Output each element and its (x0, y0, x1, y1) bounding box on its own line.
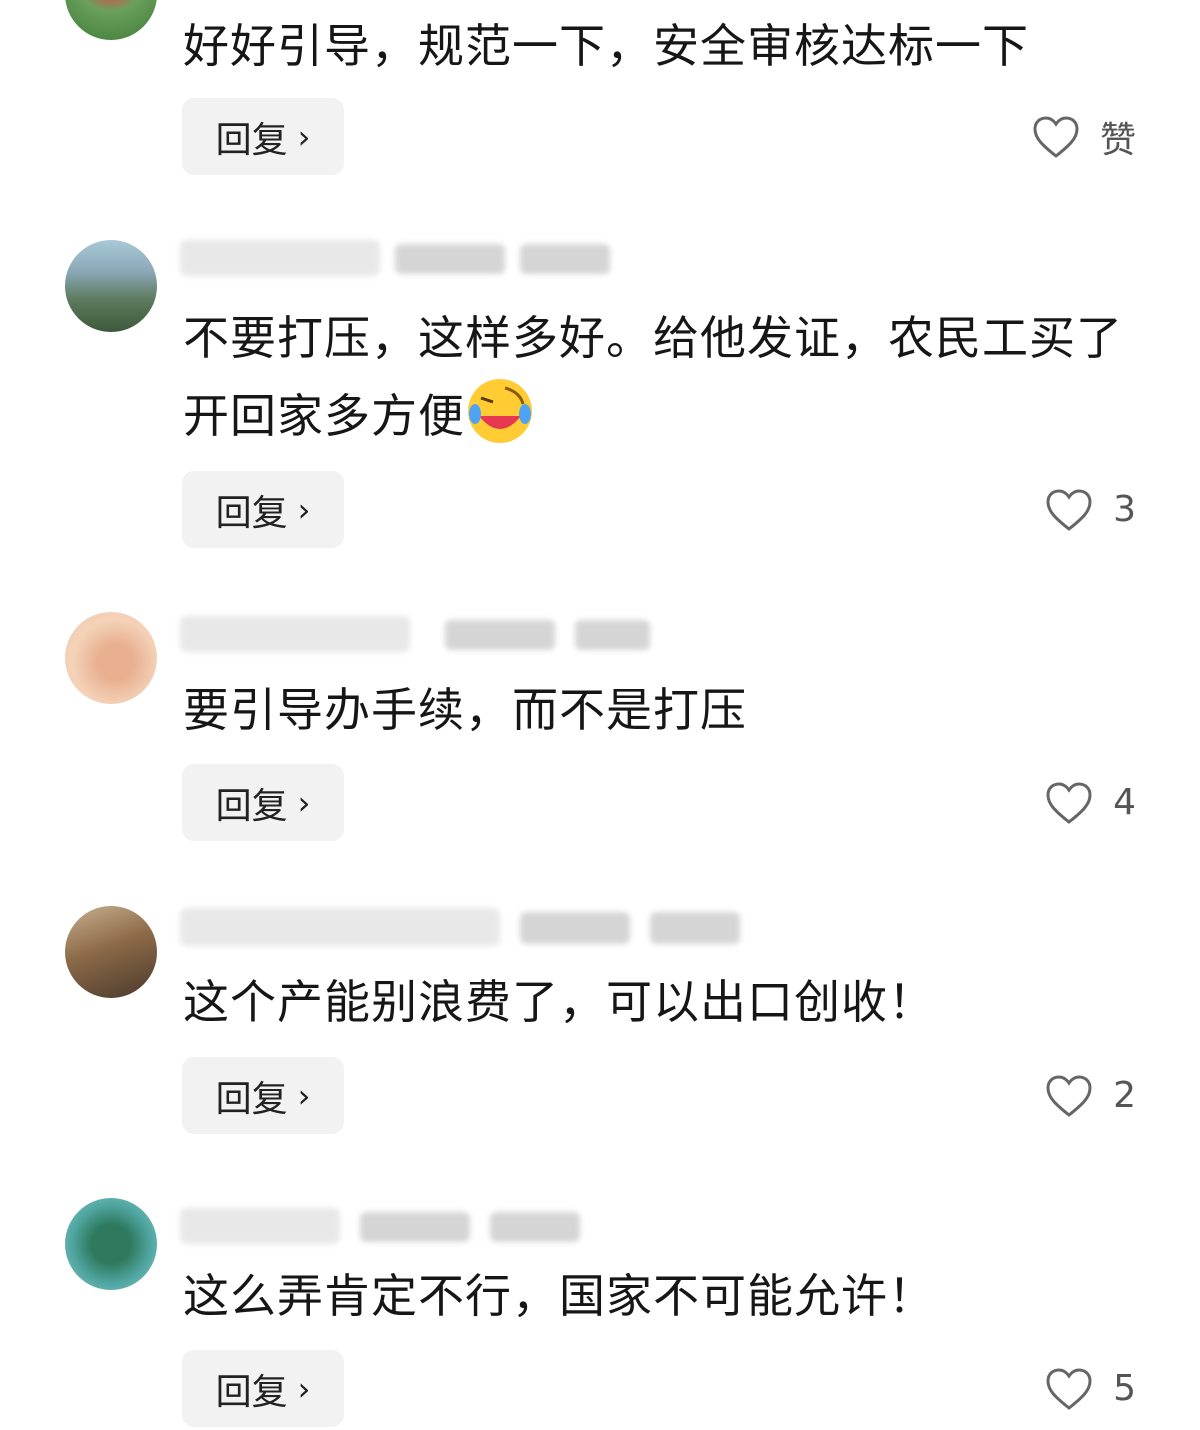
comment-text: 要引导办手续，而不是打压 (183, 683, 747, 737)
username[interactable] (180, 240, 380, 276)
comment-meta (650, 912, 740, 944)
comment-meta (445, 620, 555, 650)
avatar[interactable] (65, 1198, 157, 1290)
avatar[interactable] (65, 906, 157, 998)
username[interactable] (180, 908, 500, 946)
like-button[interactable]: 2 (1045, 1057, 1136, 1134)
comment-meta (395, 244, 505, 274)
reply-label: 回复 (215, 492, 288, 534)
reply-button[interactable]: 回复 › (182, 764, 344, 841)
reply-label: 回复 (215, 119, 288, 161)
like-count: 赞 (1099, 119, 1136, 161)
like-count: 4 (1113, 782, 1136, 823)
chevron-right-icon: › (297, 783, 311, 822)
comment-body: 不要打压，这样多好。给他发证，农民工买了开回家多方便 (183, 311, 1123, 443)
avatar[interactable] (65, 240, 157, 332)
comment-text: 这么弄肯定不行，国家不可能允许！ (183, 1269, 935, 1323)
reply-button[interactable]: 回复 › (182, 1057, 344, 1134)
like-button[interactable]: 赞 (1032, 98, 1136, 175)
reply-label: 回复 (215, 1371, 288, 1413)
laughing-tears-emoji (468, 379, 532, 443)
like-count: 3 (1113, 489, 1136, 530)
heart-outline-icon (1046, 1367, 1092, 1410)
chevron-right-icon: › (297, 490, 311, 529)
reply-label: 回复 (215, 1078, 288, 1120)
heart-outline-icon (1033, 115, 1079, 158)
like-count: 2 (1113, 1075, 1136, 1116)
comment-meta (575, 620, 650, 650)
like-button[interactable]: 4 (1045, 764, 1136, 841)
heart-outline-icon (1046, 781, 1092, 824)
avatar[interactable] (65, 0, 157, 40)
reply-label: 回复 (215, 785, 288, 827)
comment-meta (520, 244, 610, 274)
username[interactable] (180, 1208, 340, 1244)
chevron-right-icon: › (297, 1369, 311, 1408)
comment-text: 不要打压，这样多好。给他发证，农民工买了开回家多方便 (183, 300, 1143, 454)
heart-outline-icon (1046, 488, 1092, 531)
reply-button[interactable]: 回复 › (182, 1350, 344, 1427)
chevron-right-icon: › (297, 1076, 311, 1115)
heart-outline-icon (1046, 1074, 1092, 1117)
like-button[interactable]: 5 (1045, 1350, 1136, 1427)
comment-meta (520, 912, 630, 944)
username[interactable] (180, 616, 410, 652)
like-count: 5 (1113, 1368, 1136, 1409)
comment-meta (360, 1212, 470, 1242)
avatar[interactable] (65, 612, 157, 704)
comment-meta (490, 1212, 580, 1242)
chevron-right-icon: › (297, 117, 311, 156)
reply-button[interactable]: 回复 › (182, 98, 344, 175)
like-button[interactable]: 3 (1045, 471, 1136, 548)
comment-text: 好好引导，规范一下，安全审核达标一下 (183, 19, 1029, 73)
comment-text: 这个产能别浪费了，可以出口创收！ (183, 975, 935, 1029)
reply-button[interactable]: 回复 › (182, 471, 344, 548)
